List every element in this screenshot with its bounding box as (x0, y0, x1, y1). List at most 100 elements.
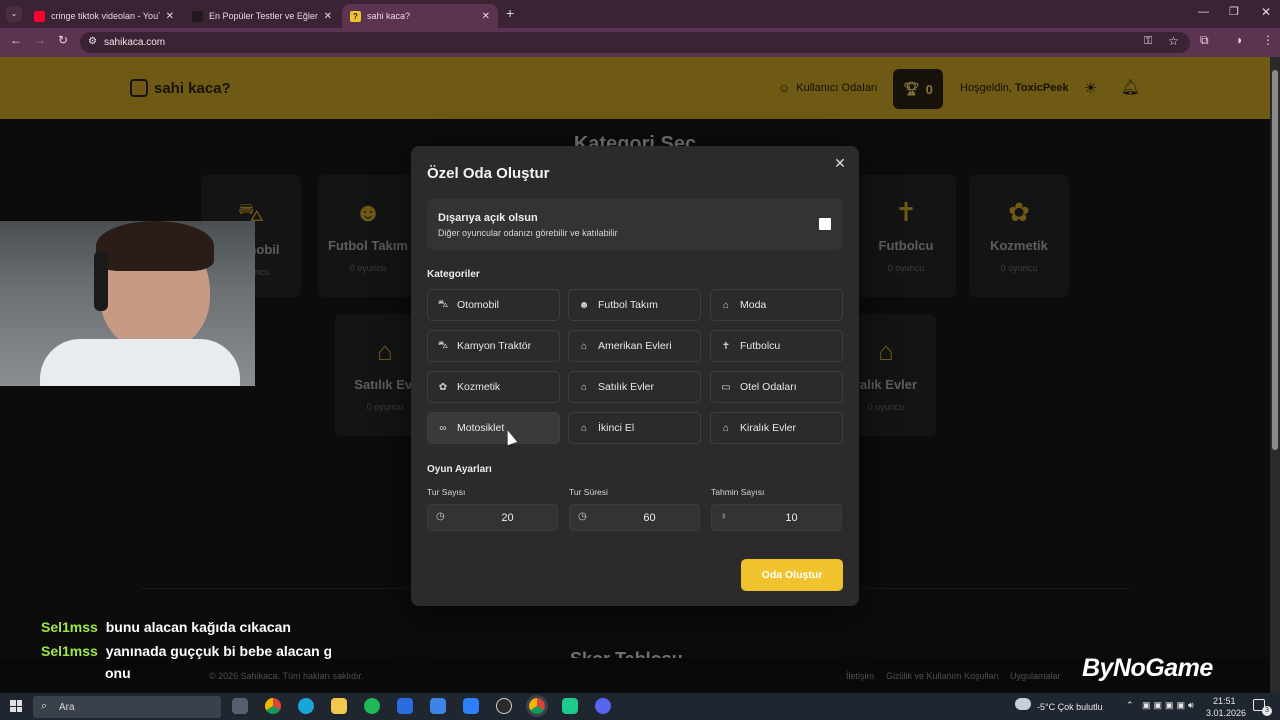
chat-message: yanınada guççuk bi bebe alacan gö (105, 643, 331, 659)
chrome-active-icon[interactable] (526, 695, 548, 717)
category-option-futbolcu[interactable]: ✝ Futbolcu (710, 330, 843, 362)
webcam-headset (94, 251, 108, 311)
notification-count: 3 (1262, 706, 1272, 716)
reload-icon[interactable]: ↻ (58, 33, 68, 47)
close-icon[interactable]: ✕ (324, 11, 332, 22)
guess-count-label: Tahmin Sayısı (711, 487, 765, 497)
forward-icon[interactable]: → (34, 33, 46, 47)
scrollbar-thumb[interactable] (1272, 70, 1278, 450)
tab-title: sahi kaca? (367, 11, 411, 21)
chat-line: Sel1mss bunu alacan kağıda cıkacan (41, 619, 291, 635)
basket-icon: ⌂ (722, 299, 730, 311)
category-label: İkinci El (598, 422, 635, 434)
category-label: Otel Odaları (740, 381, 797, 393)
app-icon[interactable] (562, 698, 578, 714)
task-view-icon[interactable] (232, 698, 248, 714)
app-icon[interactable] (397, 698, 413, 714)
new-tab-button[interactable]: + (506, 5, 514, 21)
weather-text[interactable]: -5°C Çok bulutlu (1037, 702, 1103, 712)
address-bar[interactable]: ⚙ sahikaca.com ⚿ ☆ (80, 32, 1190, 53)
truck-icon: ⛍ (437, 339, 449, 351)
tab-sahikaca[interactable]: ? sahi kaca? ✕ (342, 4, 498, 28)
youtube-icon (34, 10, 45, 22)
car-icon: ⛍ (437, 298, 449, 310)
category-option-futbol-takim[interactable]: ☻ Futbol Takım (568, 289, 701, 321)
clock-date[interactable]: 3.01.2026 (1206, 708, 1246, 718)
category-label: Kozmetik (457, 381, 501, 393)
browser-tab-strip: ⌄ cringe tiktok videolan - YouTube ✕ En … (0, 0, 1280, 28)
flower-icon: ✿ (438, 381, 448, 393)
password-key-icon[interactable]: ⚿ (1144, 35, 1152, 48)
bike-icon: ∞ (439, 422, 447, 434)
round-time-label: Tur Süresi (569, 487, 608, 497)
category-label: Motosiklet (457, 422, 505, 434)
tab-title: En Popüler Testler ve Eğlenceli Q (209, 11, 318, 21)
chrome-icon[interactable] (265, 698, 281, 714)
close-icon[interactable]: ✕ (482, 11, 490, 22)
category-option-amerikan-evleri[interactable]: ⌂ Amerikan Evleri (568, 330, 701, 362)
category-label: Kamyon Traktör (457, 340, 532, 352)
tray-icons[interactable]: ▣▣▣▣🔊︎ (1142, 700, 1197, 711)
category-option-otel-odalari[interactable]: ▭ Otel Odaları (710, 371, 843, 403)
close-window-button[interactable]: ✕ (1261, 5, 1271, 19)
guess-count-input[interactable]: ♁ 10 (711, 504, 842, 531)
tray-chevron-icon[interactable]: ⌃ (1126, 700, 1134, 711)
create-room-button[interactable]: Oda Oluştur (741, 559, 843, 591)
tab-testler[interactable]: En Popüler Testler ve Eğlenceli Q ✕ (184, 4, 340, 28)
public-checkbox[interactable] (819, 218, 831, 230)
create-room-modal: Özel Oda Oluştur ✕ Dışarıya açık olsun D… (411, 146, 859, 606)
round-time-value: 60 (643, 512, 656, 524)
category-option-kiralik-evler[interactable]: ⌂ Kiralık Evler (710, 412, 843, 444)
question-favicon-icon: ? (350, 10, 361, 22)
extensions-icon[interactable]: ⧉ (1200, 33, 1209, 48)
windows-start-icon[interactable] (10, 700, 22, 712)
category-option-motosiklet[interactable]: ∞ Motosiklet (427, 412, 560, 444)
category-option-otomobil[interactable]: ⛍ Otomobil (427, 289, 560, 321)
clock-time[interactable]: 21:51 (1213, 696, 1236, 706)
taskbar-search[interactable]: ⌕ Ara (33, 696, 221, 718)
bookmark-star-icon[interactable]: ☆ (1168, 34, 1179, 48)
public-title: Dışarıya açık olsun (438, 212, 538, 224)
category-option-kamyon-traktor[interactable]: ⛍ Kamyon Traktör (427, 330, 560, 362)
category-option-kozmetik[interactable]: ✿ Kozmetik (427, 371, 560, 403)
category-option-satilik-evler[interactable]: ⌂ Satılık Evler (568, 371, 701, 403)
minimize-button[interactable]: — (1198, 6, 1209, 18)
app-icon[interactable] (463, 698, 479, 714)
close-icon[interactable]: ✕ (166, 11, 174, 22)
tab-search-button[interactable]: ⌄ (6, 6, 22, 22)
round-time-input[interactable]: ◷ 60 (569, 504, 700, 531)
back-icon[interactable]: ← (10, 33, 22, 47)
tab-title: cringe tiktok videolan - YouTube (51, 11, 160, 21)
weather-icon (1015, 698, 1031, 710)
edge-icon[interactable] (298, 698, 314, 714)
house-plus-icon: ⌂ (580, 381, 588, 393)
discord-icon[interactable] (595, 698, 611, 714)
close-icon[interactable]: ✕ (831, 154, 849, 172)
chat-username: Sel1mss (41, 619, 98, 635)
file-explorer-icon[interactable] (331, 698, 347, 714)
chat-message: onu (105, 665, 131, 681)
public-description: Diğer oyuncular odanızı görebilir ve kat… (438, 228, 618, 238)
webcam-hair (96, 221, 214, 271)
game-settings-label: Oyun Ayarları (427, 464, 492, 475)
category-label: Futbol Takım (598, 299, 658, 311)
category-option-ikinci-el[interactable]: ⌂ İkinci El (568, 412, 701, 444)
rounds-label: Tur Sayısı (427, 487, 466, 497)
menu-icon[interactable]: ⋮ (1262, 33, 1274, 47)
category-option-moda[interactable]: ⌂ Moda (710, 289, 843, 321)
chat-line: onu (105, 665, 131, 681)
site-info-icon[interactable]: ⚙ (88, 36, 97, 47)
bynogame-watermark: ByNoGame (1082, 654, 1213, 682)
category-label: Otomobil (457, 299, 500, 311)
rounds-input[interactable]: ◷ 20 (427, 504, 558, 531)
category-label: Futbolcu (740, 340, 781, 352)
restore-button[interactable]: ❐ (1229, 5, 1239, 18)
obs-icon[interactable] (496, 698, 512, 714)
spotify-icon[interactable] (364, 698, 380, 714)
clock-icon: ◷ (436, 511, 445, 522)
tab-youtube[interactable]: cringe tiktok videolan - YouTube ✕ (26, 4, 182, 28)
public-toggle-box[interactable]: Dışarıya açık olsun Diğer oyuncular odan… (427, 199, 843, 250)
profile-icon[interactable]: ◑ (1235, 33, 1242, 47)
app-icon[interactable] (430, 698, 446, 714)
basket-icon: ⌂ (580, 422, 588, 434)
